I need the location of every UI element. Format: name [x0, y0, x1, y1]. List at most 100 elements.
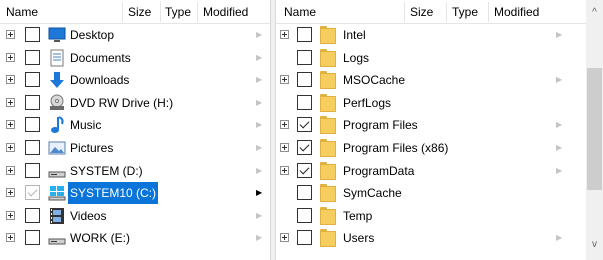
- folder-row[interactable]: Temp: [276, 205, 603, 227]
- expand-arrow-icon[interactable]: ▶: [256, 227, 262, 249]
- tree-row[interactable]: Downloads ▶: [0, 69, 270, 91]
- tree-row[interactable]: DVD RW Drive (H:) ▶: [0, 92, 270, 114]
- tree-row[interactable]: SYSTEM (D:) ▶: [0, 160, 270, 182]
- tree-row[interactable]: WORK (E:) ▶: [0, 227, 270, 249]
- expand-toggle[interactable]: [6, 52, 15, 62]
- expand-arrow-icon[interactable]: ▶: [556, 227, 562, 249]
- folder-icon-body: [320, 231, 336, 248]
- expand-toggle[interactable]: [6, 210, 15, 220]
- expand-arrow-icon[interactable]: ▶: [256, 205, 262, 227]
- scroll-down-button[interactable]: v: [586, 236, 603, 253]
- expand-arrow-icon[interactable]: ▶: [256, 137, 262, 159]
- expand-arrow-icon[interactable]: ▶: [256, 114, 262, 136]
- row-checkbox[interactable]: [25, 117, 40, 133]
- expand-toggle[interactable]: [6, 97, 15, 107]
- row-checkbox[interactable]: [25, 49, 40, 65]
- folder-row[interactable]: MSOCache ▶: [276, 69, 603, 91]
- row-checkbox[interactable]: [297, 185, 312, 201]
- expand-arrow-icon[interactable]: ▶: [556, 24, 562, 46]
- expand-toggle[interactable]: [280, 75, 289, 85]
- expand-toggle[interactable]: [280, 143, 289, 152]
- tree-row-label: Pictures: [70, 141, 114, 155]
- expand-toggle[interactable]: [6, 143, 15, 152]
- folder-row[interactable]: ProgramData ▶: [276, 160, 603, 182]
- tree-row-label: Music: [70, 118, 102, 133]
- row-checkbox[interactable]: [297, 72, 312, 88]
- row-checkbox[interactable]: [25, 140, 40, 155]
- folder-row[interactable]: Logs: [276, 47, 603, 69]
- folder-row[interactable]: Program Files (x86) ▶: [276, 137, 603, 159]
- tree-row-label: Desktop: [70, 28, 115, 42]
- column-separator[interactable]: [446, 2, 447, 22]
- row-checkbox[interactable]: [25, 207, 40, 223]
- expand-arrow-icon[interactable]: ▶: [256, 69, 262, 91]
- folder-icon-body: [320, 208, 336, 225]
- column-type[interactable]: Type: [161, 0, 191, 24]
- folder-row[interactable]: Program Files ▶: [276, 114, 603, 136]
- column-name[interactable]: Name: [280, 0, 316, 24]
- row-checkbox[interactable]: [297, 207, 312, 223]
- column-type[interactable]: Type: [448, 0, 478, 24]
- row-checkbox[interactable]: [297, 117, 312, 133]
- column-separator[interactable]: [404, 2, 405, 22]
- folder-icon-body: [320, 50, 336, 67]
- tree-row-label: SYSTEM (D:): [70, 163, 143, 178]
- row-checkbox[interactable]: [297, 49, 312, 65]
- expand-arrow-icon[interactable]: ▶: [256, 182, 262, 204]
- tree-row[interactable]: Videos ▶: [0, 205, 270, 227]
- row-checkbox[interactable]: [25, 94, 40, 110]
- vertical-scrollbar[interactable]: ^ v: [586, 0, 603, 260]
- tree-row[interactable]: Desktop ▶: [0, 24, 270, 46]
- expand-toggle[interactable]: [280, 233, 289, 243]
- expand-toggle[interactable]: [6, 75, 15, 85]
- tree-row[interactable]: Documents ▶: [0, 47, 270, 69]
- row-checkbox[interactable]: [25, 27, 40, 42]
- pictures-icon: [48, 139, 66, 157]
- expand-toggle[interactable]: [280, 120, 289, 130]
- column-separator[interactable]: [488, 2, 489, 22]
- expand-toggle[interactable]: [280, 30, 289, 39]
- row-checkbox[interactable]: [25, 185, 40, 201]
- expand-toggle[interactable]: [6, 165, 15, 175]
- row-checkbox[interactable]: [297, 27, 312, 42]
- expand-toggle[interactable]: [6, 233, 15, 243]
- folder-row[interactable]: SymCache: [276, 182, 603, 204]
- scroll-up-button[interactable]: ^: [586, 4, 603, 21]
- folder-row[interactable]: Intel ▶: [276, 24, 603, 46]
- row-checkbox[interactable]: [25, 230, 40, 246]
- row-checkbox[interactable]: [297, 94, 312, 110]
- column-name[interactable]: Name: [2, 0, 38, 24]
- tree-row[interactable]: Pictures ▶: [0, 137, 270, 159]
- column-modified[interactable]: Modified: [490, 0, 539, 24]
- tree-row[interactable]: SYSTEM10 (C:) ▶: [0, 182, 270, 205]
- column-size[interactable]: Size: [124, 0, 151, 24]
- expand-arrow-icon[interactable]: ▶: [556, 160, 562, 182]
- folder-row[interactable]: PerfLogs: [276, 92, 603, 114]
- expand-arrow-icon[interactable]: ▶: [556, 137, 562, 159]
- expand-arrow-icon[interactable]: ▶: [256, 160, 262, 182]
- column-separator[interactable]: [122, 2, 123, 22]
- row-checkbox[interactable]: [297, 162, 312, 178]
- expand-arrow-icon[interactable]: ▶: [556, 114, 562, 136]
- folder-row-label: ProgramData: [343, 163, 415, 178]
- column-separator[interactable]: [197, 2, 198, 22]
- expand-arrow-icon[interactable]: ▶: [556, 69, 562, 91]
- expand-toggle[interactable]: [6, 30, 15, 39]
- folder-row[interactable]: Users ▶: [276, 227, 603, 249]
- expand-toggle[interactable]: [280, 165, 289, 175]
- column-size[interactable]: Size: [406, 0, 433, 24]
- videos-icon: [48, 207, 66, 225]
- scroll-thumb[interactable]: [587, 68, 602, 190]
- row-checkbox[interactable]: [25, 162, 40, 178]
- expand-toggle[interactable]: [6, 120, 15, 130]
- row-checkbox[interactable]: [297, 140, 312, 155]
- expand-arrow-icon[interactable]: ▶: [256, 47, 262, 69]
- folder-icon-body: [320, 186, 336, 203]
- expand-arrow-icon[interactable]: ▶: [256, 92, 262, 114]
- expand-toggle[interactable]: [6, 188, 15, 198]
- expand-arrow-icon[interactable]: ▶: [256, 24, 262, 46]
- row-checkbox[interactable]: [25, 72, 40, 88]
- row-checkbox[interactable]: [297, 230, 312, 246]
- column-modified[interactable]: Modified: [199, 0, 248, 24]
- tree-row[interactable]: Music ▶: [0, 114, 270, 136]
